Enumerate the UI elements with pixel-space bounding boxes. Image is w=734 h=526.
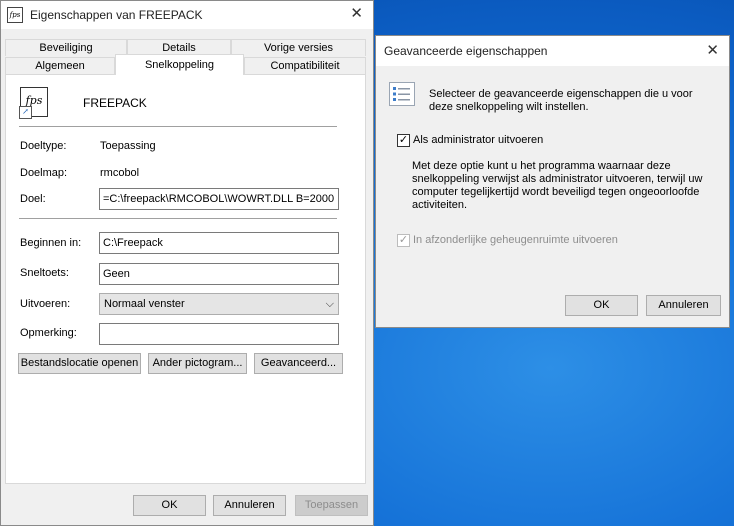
toepassen-button[interactable]: Toepassen <box>295 495 368 516</box>
separate-memory-checkbox[interactable]: ✓ <box>397 234 410 247</box>
shortcut-name: FREEPACK <box>83 96 147 110</box>
run-as-admin-checkbox[interactable]: ✓ <box>397 134 410 147</box>
geavanceerd-button[interactable]: Geavanceerd... <box>254 353 343 374</box>
sneltoets-input[interactable]: Geen <box>99 263 339 285</box>
opmerking-input[interactable] <box>99 323 339 345</box>
annuleren-button[interactable]: Annuleren <box>213 495 286 516</box>
separator <box>19 126 337 127</box>
beginnen-input[interactable]: C:\Freepack <box>99 232 339 254</box>
properties-titlebar: fps Eigenschappen van FREEPACK ✕ <box>1 1 373 29</box>
doel-input[interactable]: =C:\freepack\RMCOBOL\WOWRT.DLL B=2000 <box>99 188 339 210</box>
uitvoeren-select[interactable]: Normaal venster ⌵ <box>99 293 339 315</box>
advanced-dialog-titlebar: Geavanceerde eigenschappen ✕ <box>376 36 729 66</box>
close-icon[interactable]: ✕ <box>350 5 363 23</box>
separate-memory-label[interactable]: In afzonderlijke geheugenruimte uitvoere… <box>413 234 618 246</box>
tab-algemeen[interactable]: Algemeen <box>5 57 115 74</box>
advanced-ok-button[interactable]: OK <box>565 295 638 316</box>
freepack-app-icon: fps <box>7 7 23 23</box>
advanced-intro-text: Selecteer de geavanceerde eigenschappen … <box>429 88 693 113</box>
ander-pictogram-button[interactable]: Ander pictogram... <box>148 353 247 374</box>
shortcut-icon: fps ↗ <box>19 87 48 119</box>
chevron-down-icon: ⌵ <box>325 298 334 310</box>
separator <box>19 218 337 219</box>
doelmap-value: rmcobol <box>100 167 140 179</box>
shortcut-arrow-icon: ↗ <box>19 106 32 119</box>
tab-vorige-versies[interactable]: Vorige versies <box>231 39 366 56</box>
doeltype-value: Toepassing <box>100 140 156 152</box>
advanced-dialog-title: Geavanceerde eigenschappen <box>384 44 548 58</box>
uitvoeren-selected-value: Normaal venster <box>104 298 185 310</box>
properties-window: fps Eigenschappen van FREEPACK ✕ Beveili… <box>0 0 374 526</box>
uitvoeren-label: Uitvoeren: <box>20 298 71 310</box>
advanced-properties-dialog: Geavanceerde eigenschappen ✕ Selecteer d… <box>375 35 730 328</box>
doel-label: Doel: <box>20 193 46 205</box>
tab-snelkoppeling[interactable]: Snelkoppeling <box>115 54 244 75</box>
advanced-annuleren-button[interactable]: Annuleren <box>646 295 721 316</box>
bestandslocatie-openen-button[interactable]: Bestandslocatie openen <box>18 353 141 374</box>
ok-button[interactable]: OK <box>133 495 206 516</box>
properties-window-title: Eigenschappen van FREEPACK <box>30 8 203 22</box>
tab-compatibiliteit[interactable]: Compatibiliteit <box>244 57 366 74</box>
doeltype-label: Doeltype: <box>20 140 67 152</box>
tab-beveiliging[interactable]: Beveiliging <box>5 39 127 56</box>
properties-list-icon <box>389 82 415 106</box>
run-as-admin-description: Met deze optie kunt u het programma waar… <box>412 160 703 211</box>
opmerking-label: Opmerking: <box>20 327 77 339</box>
doelmap-label: Doelmap: <box>20 167 68 179</box>
sneltoets-label: Sneltoets: <box>20 267 69 279</box>
close-icon[interactable]: ✕ <box>706 42 719 60</box>
run-as-admin-label[interactable]: Als administrator uitvoeren <box>413 134 543 146</box>
beginnen-label: Beginnen in: <box>20 237 82 249</box>
